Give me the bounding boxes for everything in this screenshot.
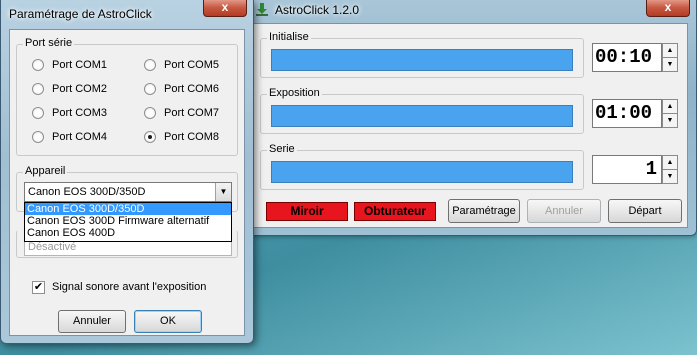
port-label: Port COM8 [164, 131, 220, 143]
exposition-time-field[interactable]: 01:00 [592, 99, 662, 128]
port-radio-option[interactable]: Port COM6 [144, 82, 219, 96]
dialog-annuler-button[interactable]: Annuler [58, 310, 126, 333]
signal-sonore-label: Signal sonore avant l'exposition [52, 281, 207, 293]
dialog-ok-button[interactable]: OK [134, 310, 202, 333]
port-radio-option[interactable]: Port COM3 [32, 106, 107, 120]
serie-label: Serie [267, 143, 297, 155]
radio-button[interactable] [144, 131, 156, 143]
annuler-button[interactable]: Annuler [527, 199, 601, 223]
main-client-area: Initialise 00:10 ▲ ▼ Exposition 01:00 ▲ … [245, 23, 688, 228]
dropdown-option[interactable]: Canon EOS 400D [25, 227, 231, 239]
radio-button[interactable] [32, 107, 44, 119]
spin-down-icon[interactable]: ▼ [663, 113, 677, 126]
port-label: Port COM7 [164, 107, 220, 119]
exposition-spinner[interactable]: ▲ ▼ [662, 99, 678, 128]
appareil-label: Appareil [23, 165, 68, 177]
dialog-close-button[interactable]: x [203, 0, 247, 17]
serie-spinner[interactable]: ▲ ▼ [662, 155, 678, 184]
dropdown-option[interactable]: Canon EOS 300D/350D [25, 203, 231, 215]
appareil-selected-value: Canon EOS 300D/350D [28, 186, 146, 198]
port-label: Port COM5 [164, 59, 220, 71]
signal-sonore-option[interactable]: ✔ Signal sonore avant l'exposition [32, 280, 206, 294]
main-window-title: AstroClick 1.2.0 [275, 3, 360, 17]
dialog-client-area: Port série Port COM1 Port COM5 Port COM2 Po… [9, 29, 245, 336]
initialise-progress-bar [271, 49, 573, 71]
parametrage-button[interactable]: Paramétrage [448, 199, 520, 223]
download-arrow-icon [256, 3, 268, 16]
dropdown-option[interactable]: Canon EOS 300D Firmware alternatif [25, 215, 231, 227]
chevron-down-icon[interactable]: ▼ [215, 183, 231, 201]
port-radio-option[interactable]: Port COM1 [32, 58, 107, 72]
radio-button[interactable] [144, 107, 156, 119]
initialise-label: Initialise [267, 31, 311, 43]
radio-button[interactable] [144, 83, 156, 95]
parametrage-dialog: Paramétrage de AstroClick x Port série P… [0, 0, 254, 344]
exposition-progress-bar [271, 105, 573, 127]
exposition-group: Exposition [260, 87, 584, 134]
port-radio-option[interactable]: Port COM2 [32, 82, 107, 96]
port-label: Port COM3 [52, 107, 108, 119]
depart-button[interactable]: Départ [608, 199, 682, 223]
initialise-spinner[interactable]: ▲ ▼ [662, 43, 678, 72]
main-title-bar[interactable]: AstroClick 1.2.0 x [237, 0, 696, 22]
exposition-label: Exposition [267, 87, 322, 99]
astroclick-main-window: AstroClick 1.2.0 x Initialise 00:10 ▲ ▼ … [236, 0, 697, 236]
port-label: Port COM2 [52, 83, 108, 95]
serie-progress-bar [271, 161, 573, 183]
port-radio-option[interactable]: Port COM7 [144, 106, 219, 120]
port-label: Port COM1 [52, 59, 108, 71]
spin-down-icon[interactable]: ▼ [663, 169, 677, 182]
serie-count-field[interactable]: 1 [592, 155, 662, 184]
port-radio-option[interactable]: Port COM5 [144, 58, 219, 72]
port-serie-label: Port série [23, 37, 75, 49]
spin-up-icon[interactable]: ▲ [663, 100, 677, 113]
disabled-combo-value: Désactivé [28, 241, 77, 253]
port-radio-option[interactable]: Port COM8 [144, 130, 219, 144]
serie-group: Serie [260, 143, 584, 190]
main-close-button[interactable]: x [646, 0, 690, 17]
dialog-title: Paramétrage de AstroClick [9, 7, 152, 21]
radio-button[interactable] [32, 59, 44, 71]
radio-button[interactable] [32, 83, 44, 95]
obturateur-status: Obturateur [354, 202, 436, 221]
initialise-group: Initialise [260, 31, 584, 78]
appareil-dropdown-list[interactable]: Canon EOS 300D/350D Canon EOS 300D Firmw… [24, 202, 232, 242]
radio-button[interactable] [144, 59, 156, 71]
initialise-time-field[interactable]: 00:10 [592, 43, 662, 72]
spin-up-icon[interactable]: ▲ [663, 156, 677, 169]
signal-sonore-checkbox[interactable]: ✔ [32, 280, 45, 294]
port-radio-option[interactable]: Port COM4 [32, 130, 107, 144]
radio-button[interactable] [32, 131, 44, 143]
spin-down-icon[interactable]: ▼ [663, 57, 677, 70]
appareil-select[interactable]: Canon EOS 300D/350D ▼ [24, 182, 232, 202]
miroir-status: Miroir [266, 202, 348, 221]
disabled-combo: Désactivé [24, 240, 232, 256]
port-label: Port COM4 [52, 131, 108, 143]
spin-up-icon[interactable]: ▲ [663, 44, 677, 57]
port-label: Port COM6 [164, 83, 220, 95]
